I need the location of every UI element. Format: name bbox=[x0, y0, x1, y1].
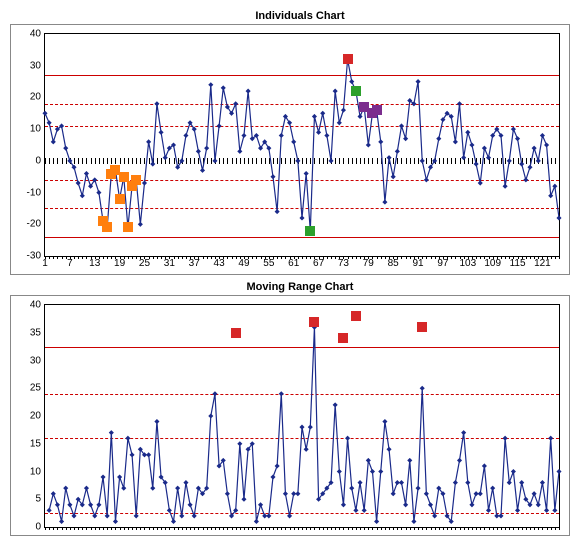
x-tick-label: 85 bbox=[388, 258, 399, 269]
y-tick-label: 0 bbox=[35, 522, 41, 533]
y-tick-label: 20 bbox=[30, 92, 41, 103]
violation-marker bbox=[305, 226, 315, 236]
violation-marker bbox=[343, 54, 353, 64]
violation-marker bbox=[115, 194, 125, 204]
x-tick-label: 49 bbox=[238, 258, 249, 269]
x-tick-label: 31 bbox=[164, 258, 175, 269]
violation-marker bbox=[231, 328, 241, 338]
y-tick-label: 20 bbox=[30, 411, 41, 422]
x-tick-label: 121 bbox=[534, 258, 551, 269]
y-tick-label: 30 bbox=[30, 60, 41, 71]
y-tick-label: 5 bbox=[35, 494, 41, 505]
x-tick-label: 37 bbox=[189, 258, 200, 269]
x-tick-label: 103 bbox=[459, 258, 476, 269]
x-tick-label: 7 bbox=[67, 258, 73, 269]
individuals-plot-area: -30-20-100102030401713192531374349556167… bbox=[44, 33, 560, 257]
x-tick-label: 13 bbox=[89, 258, 100, 269]
violation-marker bbox=[351, 86, 361, 96]
moving-range-plot-area: 0510152025303540 bbox=[44, 304, 560, 528]
individuals-chart-title: Individuals Chart bbox=[10, 10, 580, 22]
individuals-chart-frame: -30 -20 -10 0 10 20 30 40 1 7 13 19 25 31 37 43 49 55 61 67… bbox=[10, 24, 570, 275]
x-tick-label: 55 bbox=[263, 258, 274, 269]
individuals-chart: Individuals Chart -30 -20 -10 0 10 20 30 40 1 7 13… bbox=[10, 10, 580, 275]
y-tick-label: -30 bbox=[27, 251, 41, 262]
violation-marker bbox=[102, 222, 112, 232]
data-series bbox=[45, 305, 559, 527]
x-tick-label: 25 bbox=[139, 258, 150, 269]
x-tick-label: 109 bbox=[484, 258, 501, 269]
x-tick-label: 67 bbox=[313, 258, 324, 269]
violation-marker bbox=[372, 105, 382, 115]
violation-marker bbox=[351, 311, 361, 321]
violation-marker bbox=[417, 322, 427, 332]
moving-range-chart-frame: 0 5 10 15 20 25 30 35 40 bbox=[10, 295, 570, 536]
y-tick-label: 25 bbox=[30, 383, 41, 394]
y-tick-label: -10 bbox=[27, 187, 41, 198]
y-tick-label: 10 bbox=[30, 466, 41, 477]
x-tick-label: 1 bbox=[42, 258, 48, 269]
x-tick-label: 19 bbox=[114, 258, 125, 269]
y-tick-label: 35 bbox=[30, 327, 41, 338]
y-tick-label: 40 bbox=[30, 29, 41, 40]
x-tick-label: 61 bbox=[288, 258, 299, 269]
y-tick-label: -20 bbox=[27, 219, 41, 230]
violation-marker bbox=[338, 333, 348, 343]
y-tick-label: 15 bbox=[30, 438, 41, 449]
x-tick-label: 115 bbox=[510, 258, 526, 269]
x-tick-label: 43 bbox=[214, 258, 225, 269]
x-tick-label: 97 bbox=[437, 258, 448, 269]
violation-marker bbox=[131, 175, 141, 185]
moving-range-chart-title: Moving Range Chart bbox=[10, 281, 580, 293]
x-tick-label: 91 bbox=[413, 258, 424, 269]
x-tick-label: 73 bbox=[338, 258, 349, 269]
y-tick-label: 10 bbox=[30, 124, 41, 135]
violation-marker bbox=[119, 172, 129, 182]
y-tick-label: 0 bbox=[35, 155, 41, 166]
y-tick-label: 40 bbox=[30, 300, 41, 311]
y-tick-label: 30 bbox=[30, 355, 41, 366]
violation-marker bbox=[123, 222, 133, 232]
x-tick-label: 79 bbox=[363, 258, 374, 269]
violation-marker bbox=[309, 317, 319, 327]
moving-range-chart: Moving Range Chart 0 5 10 15 20 25 30 35 40 bbox=[10, 281, 580, 536]
